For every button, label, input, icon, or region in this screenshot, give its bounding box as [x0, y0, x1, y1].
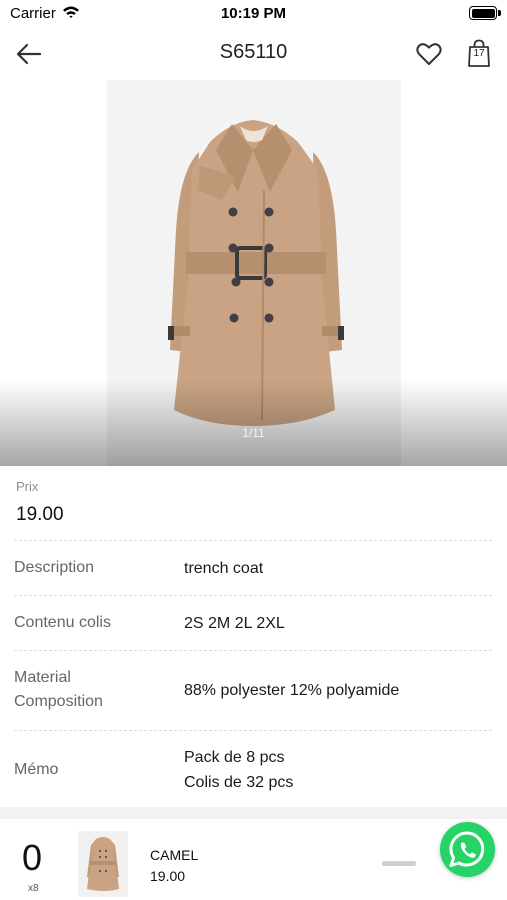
package-contents-label: Contenu colis: [14, 614, 111, 631]
gallery-page-indicator: 1/11: [242, 426, 265, 440]
minus-icon: [382, 861, 416, 866]
cart-count-badge: 17: [473, 48, 485, 59]
section-gap: [0, 807, 507, 819]
package-contents-value: 2S 2M 2L 2XL: [184, 615, 285, 632]
heart-icon: [416, 43, 442, 65]
variant-thumbnail[interactable]: [78, 831, 128, 897]
description-label: Description: [14, 559, 95, 576]
battery-tip: [498, 10, 501, 16]
memo-label: Mémo: [14, 761, 59, 778]
material-composition-label: Material Composition: [14, 669, 103, 710]
variant-thumbnail-image: [87, 837, 119, 891]
status-bar: Carrier 10:19 PM: [0, 0, 507, 28]
variant-price: 19.00: [150, 868, 186, 884]
nav-bar: S65110 17: [0, 28, 507, 80]
battery-icon: [469, 6, 497, 20]
decrease-quantity-button[interactable]: [382, 861, 416, 867]
gallery-overlay: [0, 380, 507, 466]
memo-line-1: Pack de 8 pcs: [184, 749, 285, 766]
description-value: trench coat: [184, 560, 264, 577]
bottom-order-bar: 0 x8 CAMEL 19.00: [0, 819, 507, 900]
divider: [14, 650, 492, 651]
price-label: Prix: [16, 479, 39, 494]
status-time: 10:19 PM: [220, 5, 287, 22]
product-gallery[interactable]: 1/11: [0, 80, 507, 466]
favorite-button[interactable]: [414, 39, 444, 69]
quantity-unit: x8: [28, 883, 39, 894]
quantity-value: 0: [22, 837, 43, 878]
cart-button[interactable]: 17: [464, 38, 494, 70]
divider: [14, 730, 492, 731]
whatsapp-button[interactable]: [440, 822, 495, 877]
memo-line-2: Colis de 32 pcs: [184, 774, 294, 791]
variant-color-label: CAMEL: [150, 847, 199, 863]
whatsapp-icon: [449, 831, 485, 867]
material-composition-value: 88% polyester 12% polyamide: [184, 682, 400, 699]
price-value: 19.00: [16, 504, 64, 525]
divider: [14, 595, 492, 596]
divider: [14, 540, 492, 541]
